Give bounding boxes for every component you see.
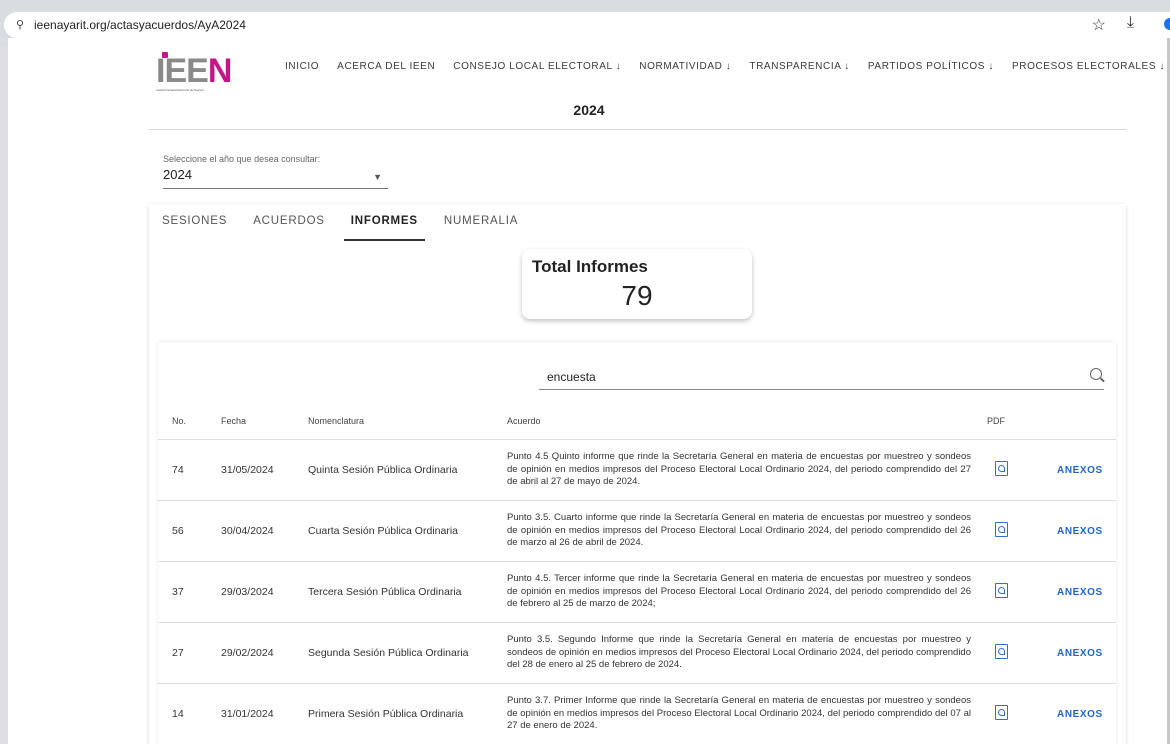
profile-avatar[interactable]: [1164, 18, 1170, 30]
table-body: 74 31/05/2024 Quinta Sesión Pública Ordina…: [158, 439, 1116, 744]
cell-acuerdo: Punto 3.7. Primer Informe que rinde la S…: [507, 683, 987, 744]
tab-informes[interactable]: INFORMES: [338, 204, 431, 241]
anexos-link[interactable]: ANEXOS: [1057, 465, 1103, 476]
nav-item[interactable]: PROCESOS ELECTORALES ↓: [1012, 61, 1165, 72]
title-divider: [149, 129, 1126, 130]
nav-item[interactable]: NORMATIVIDAD ↓: [639, 61, 731, 72]
cell-pdf: [987, 561, 1057, 623]
pdf-icon[interactable]: [995, 705, 1008, 720]
cell-acuerdo: Punto 3.5. Segundo Informe que rinde la …: [507, 622, 987, 684]
nav-item[interactable]: INICIO: [285, 61, 319, 72]
table-row: 14 31/01/2024 Primera Sesión Pública Ordin…: [158, 683, 1116, 744]
col-header-anexos: [1057, 402, 1116, 440]
cell-anexos: ANEXOS: [1057, 500, 1116, 562]
cell-no: 27: [158, 622, 221, 684]
cell-fecha: 30/04/2024: [221, 500, 308, 562]
nav-menu: INICIO ACERCA DEL IEEN CONSEJO LOCAL ELECT…: [285, 61, 1170, 72]
cell-fecha: 31/05/2024: [221, 439, 308, 501]
cell-nomenclatura: Tercera Sesión Pública Ordinaria: [308, 561, 507, 623]
web-page: IEEN Instituto Estatal Electoral de Naya…: [8, 38, 1170, 744]
anexos-link[interactable]: ANEXOS: [1057, 648, 1103, 659]
cell-anexos: ANEXOS: [1057, 683, 1116, 744]
download-icon[interactable]: ⤓: [1127, 14, 1134, 32]
nav-item[interactable]: PARTIDOS POLÍTICOS ↓: [868, 61, 994, 72]
table-row: 74 31/05/2024 Quinta Sesión Pública Ordina…: [158, 439, 1116, 501]
cell-no: 37: [158, 561, 221, 623]
cell-nomenclatura: Quinta Sesión Pública Ordinaria: [308, 439, 507, 501]
total-informes-card: Total Informes 79: [522, 249, 752, 319]
col-header-acuerdo: Acuerdo: [507, 402, 987, 440]
dropdown-caret-icon[interactable]: ▼: [373, 172, 382, 182]
cell-anexos: ANEXOS: [1057, 622, 1116, 684]
cell-acuerdo: Punto 3.5. Cuarto informe que rinde la S…: [507, 500, 987, 562]
cell-fecha: 29/02/2024: [221, 622, 308, 684]
anexos-link[interactable]: ANEXOS: [1057, 709, 1103, 720]
search-icon[interactable]: [1090, 368, 1102, 380]
anexos-link[interactable]: ANEXOS: [1057, 526, 1103, 537]
cell-acuerdo: Punto 4.5. Tercer informe que rinde la S…: [507, 561, 987, 623]
col-header-nomenclatura: Nomenclatura: [308, 402, 507, 440]
bookmark-star-icon[interactable]: ☆: [1092, 15, 1106, 35]
tab-sesiones[interactable]: SESIONES: [149, 204, 240, 240]
cell-no: 56: [158, 500, 221, 562]
col-header-fecha: Fecha: [221, 402, 308, 440]
tab-bar: SESIONES ACUERDOS INFORMES NUMERALIA: [149, 204, 531, 241]
cell-anexos: ANEXOS: [1057, 439, 1116, 501]
cell-fecha: 31/01/2024: [221, 683, 308, 744]
cell-nomenclatura: Primera Sesión Pública Ordinaria: [308, 683, 507, 744]
cell-nomenclatura: Cuarta Sesión Pública Ordinaria: [308, 500, 507, 562]
table-row: 27 29/02/2024 Segunda Sesión Pública Ordin…: [158, 622, 1116, 684]
pdf-icon[interactable]: [995, 644, 1008, 659]
ieen-logo[interactable]: IEEN Instituto Estatal Electoral de Naya…: [156, 52, 232, 92]
search-input[interactable]: encuesta: [539, 363, 1104, 390]
tab-acuerdos[interactable]: ACUERDOS: [240, 204, 338, 240]
cell-no: 74: [158, 439, 221, 501]
cell-pdf: [987, 622, 1057, 684]
logo-dot-icon: [162, 52, 168, 58]
pdf-icon[interactable]: [995, 583, 1008, 598]
page-title: 2024: [573, 102, 605, 118]
site-info-icon[interactable]: ⚲: [16, 18, 24, 31]
address-bar[interactable]: ⚲ ieenayarit.org/actasyacuerdos/AyA2024 …: [4, 12, 1170, 38]
nav-item[interactable]: ACERCA DEL IEEN: [337, 61, 435, 72]
anexos-link[interactable]: ANEXOS: [1057, 587, 1103, 598]
total-label: Total Informes: [532, 257, 648, 276]
col-header-pdf: PDF: [987, 402, 1057, 440]
informes-table: No. Fecha Nomenclatura Acuerdo PDF 74 31/05/2…: [158, 402, 1116, 744]
table-header: No. Fecha Nomenclatura Acuerdo PDF: [158, 402, 1116, 440]
cell-anexos: ANEXOS: [1057, 561, 1116, 623]
table-row: 37 29/03/2024 Tercera Sesión Pública Ordin…: [158, 561, 1116, 623]
year-select-value[interactable]: 2024: [163, 167, 388, 182]
pdf-icon[interactable]: [995, 522, 1008, 537]
tab-numeralia[interactable]: NUMERALIA: [431, 204, 531, 240]
table-row: 56 30/04/2024 Cuarta Sesión Pública Ordina…: [158, 500, 1116, 562]
total-value: 79: [621, 280, 653, 311]
col-header-no: No.: [158, 402, 221, 440]
nav-item[interactable]: TRANSPARENCIA ↓: [749, 61, 850, 72]
pdf-icon[interactable]: [995, 461, 1008, 476]
search-query[interactable]: encuesta: [547, 370, 596, 384]
informes-table-panel: encuesta No. Fecha Nomenclatura Acuerdo PDF …: [158, 342, 1116, 744]
cell-pdf: [987, 439, 1057, 501]
cell-nomenclatura: Segunda Sesión Pública Ordinaria: [308, 622, 507, 684]
content-card: SESIONES ACUERDOS INFORMES NUMERALIA Total …: [149, 204, 1126, 744]
cell-no: 14: [158, 683, 221, 744]
cell-acuerdo: Punto 4.5 Quinto informe que rinde la Se…: [507, 439, 987, 501]
cell-pdf: [987, 500, 1057, 562]
year-select[interactable]: Seleccione el año que desea consultar: 2…: [163, 154, 388, 189]
url-text[interactable]: ieenayarit.org/actasyacuerdos/AyA2024: [34, 18, 246, 32]
nav-item[interactable]: CONSEJO LOCAL ELECTORAL ↓: [453, 61, 621, 72]
top-nav: IEEN Instituto Estatal Electoral de Naya…: [8, 38, 1170, 96]
cell-pdf: [987, 683, 1057, 744]
year-select-label: Seleccione el año que desea consultar:: [163, 154, 321, 164]
cell-fecha: 29/03/2024: [221, 561, 308, 623]
